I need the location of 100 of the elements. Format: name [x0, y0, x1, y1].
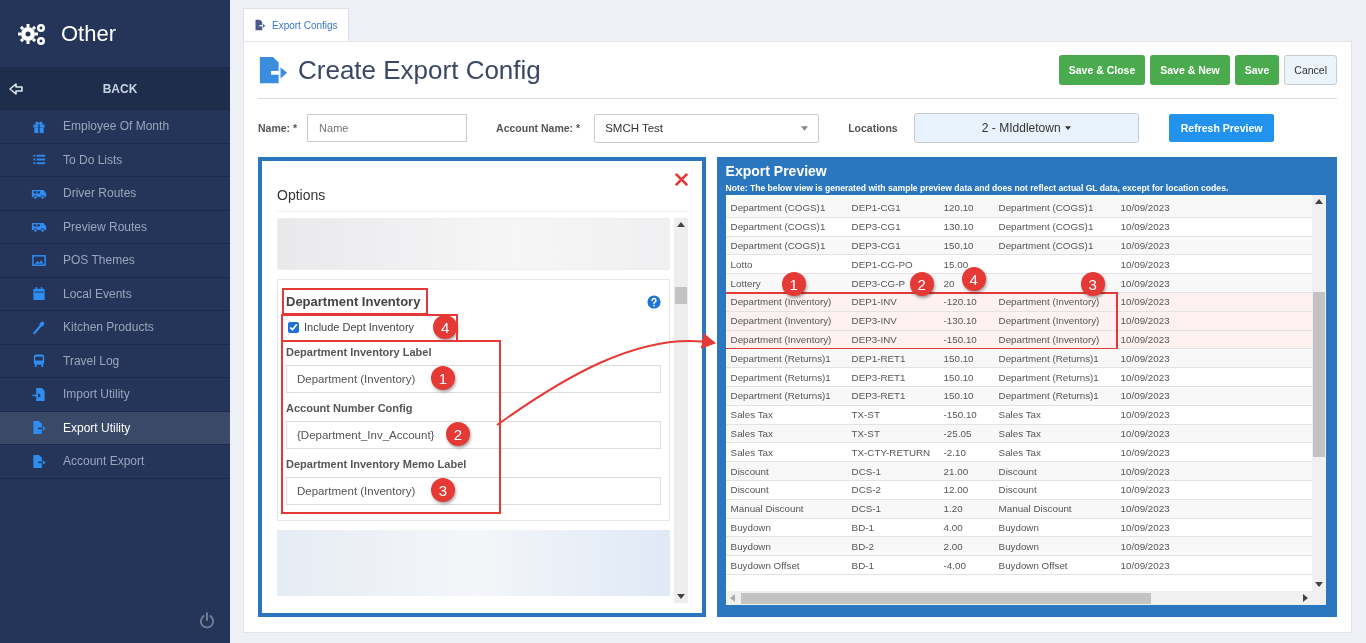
account-select[interactable]: SMCH Test: [594, 113, 820, 143]
sidebar-item[interactable]: Travel Log: [0, 344, 230, 378]
table-cell: 21.00: [943, 465, 969, 477]
scroll-right-icon[interactable]: [1303, 594, 1308, 602]
file-export-icon: [254, 19, 266, 31]
arrow-left-icon: [8, 80, 24, 97]
table-cell: Discount: [730, 465, 769, 477]
table-cell: Discount: [998, 484, 1037, 496]
sidebar-item[interactable]: POS Themes: [0, 244, 230, 278]
table-cell: DEP3-INV: [851, 333, 897, 345]
table-cell: Department (Inventory): [730, 296, 832, 308]
table-cell: Buydown Offset: [998, 559, 1068, 571]
table-cell: Buydown Offset: [730, 559, 800, 571]
sidebar-item[interactable]: Account Export: [0, 445, 230, 479]
table-cell: 130.10: [943, 221, 974, 233]
scroll-up-icon[interactable]: [676, 222, 685, 227]
sidebar-item[interactable]: Export Utility: [0, 411, 230, 445]
table-cell: DEP3-RET1: [851, 371, 906, 383]
table-cell: 10/09/2023: [1120, 371, 1170, 383]
field-label: Name: *: [258, 122, 298, 134]
table-cell: Lottery: [730, 277, 761, 289]
table-cell: -2.10: [943, 446, 966, 458]
table-cell: DCS-2: [851, 484, 881, 496]
table-cell: 10/09/2023: [1120, 484, 1170, 496]
table-cell: 4.00: [943, 521, 963, 533]
sidebar-item[interactable]: Employee Of Month: [0, 110, 230, 144]
table-cell: 20: [943, 277, 955, 289]
field-label: Account Number Config: [286, 401, 414, 416]
page-title: Create Export Config: [298, 54, 542, 86]
scroll-thumb[interactable]: [1313, 292, 1325, 457]
table-cell: 10/09/2023: [1120, 296, 1170, 308]
sidebar-item[interactable]: Local Events: [0, 277, 230, 311]
action-button[interactable]: Cancel: [1284, 55, 1337, 85]
table-cell: Sales Tax: [998, 427, 1041, 439]
table-cell: Manual Discount: [998, 503, 1072, 515]
field-label: Locations: [848, 122, 898, 134]
table-cell: -150.10: [943, 333, 977, 345]
scroll-thumb[interactable]: [674, 287, 687, 304]
field-label: Account Name: *: [496, 122, 581, 134]
sidebar-item[interactable]: To Do Lists: [0, 143, 230, 177]
table-cell: -25.05: [943, 427, 972, 439]
file-export-icon: [30, 420, 47, 436]
sidebar-item[interactable]: Kitchen Products: [0, 311, 230, 345]
sidebar-item[interactable]: Preview Routes: [0, 210, 230, 244]
table-cell: 10/09/2023: [1120, 333, 1170, 345]
table-cell: Department (Inventory): [730, 333, 832, 345]
table-cell: DEP3-RET1: [851, 390, 906, 402]
table-cell: 120.10: [943, 202, 974, 214]
table-cell: Discount: [998, 465, 1037, 477]
back-button[interactable]: BACK: [0, 68, 230, 110]
sidebar-item[interactable]: Driver Routes: [0, 177, 230, 211]
table-cell: 10/09/2023: [1120, 559, 1170, 571]
scroll-down-icon[interactable]: [676, 594, 685, 599]
table-cell: BD-1: [851, 521, 874, 533]
tab[interactable]: Export Configs: [243, 8, 349, 41]
sidebar-item[interactable]: Import Utility: [0, 378, 230, 412]
table-cell: DEP1-CG1: [851, 202, 901, 214]
scrollbar[interactable]: [1312, 195, 1326, 591]
refresh-preview-button[interactable]: Refresh Preview: [1168, 114, 1275, 142]
table-cell: 10/09/2023: [1120, 352, 1170, 364]
callout-number: 4: [433, 315, 458, 339]
calendar-icon: [30, 286, 47, 302]
table-cell: Department (Returns)1: [998, 371, 1099, 383]
action-button[interactable]: Save: [1234, 55, 1280, 85]
table-cell: Department (Inventory): [730, 315, 832, 327]
scroll-down-icon[interactable]: [1315, 582, 1323, 587]
name-field[interactable]: Name: [307, 114, 468, 142]
scroll-thumb[interactable]: [740, 592, 1151, 604]
table-cell: Department (COGS)1: [998, 240, 1094, 251]
table-cell: 15.00: [943, 258, 969, 270]
action-button[interactable]: Save & Close: [1058, 55, 1146, 85]
table-cell: Department (Inventory): [998, 296, 1100, 308]
scroll-up-icon[interactable]: [1315, 199, 1323, 204]
table-cell: Department (COGS)1: [998, 202, 1094, 214]
table-cell: Buydown: [998, 540, 1039, 552]
table-cell: DEP3-CG1: [851, 221, 901, 233]
table-cell: Department (COGS)1: [998, 221, 1094, 233]
table-cell: 10/09/2023: [1120, 315, 1170, 327]
table-cell: Department (Returns)1: [998, 352, 1099, 364]
power-icon[interactable]: [198, 611, 216, 629]
table-cell: 2.00: [943, 540, 963, 552]
help-icon[interactable]: [646, 294, 661, 309]
table-cell: DEP3-CG1: [851, 240, 901, 251]
caret-icon: [801, 125, 809, 131]
action-button[interactable]: Save & New: [1150, 55, 1230, 85]
file-import-icon: [30, 386, 47, 402]
locations-dropdown[interactable]: 2 - MIddletown: [913, 113, 1139, 143]
panel-title: Options: [277, 187, 326, 203]
checkbox[interactable]: [288, 321, 299, 333]
table-cell: DEP1-CG-PO: [851, 258, 913, 270]
table-cell: DEP3-INV: [851, 315, 897, 327]
table-cell: Sales Tax: [998, 446, 1041, 458]
close-icon[interactable]: [674, 173, 688, 186]
table-cell: Lotto: [730, 258, 753, 270]
table-cell: Buydown: [730, 521, 771, 533]
scrollbar[interactable]: [725, 591, 1326, 605]
scrollbar[interactable]: [673, 218, 688, 603]
table-cell: DCS-1: [851, 503, 881, 515]
table-cell: Sales Tax: [730, 409, 773, 421]
callout-number: 4: [961, 267, 986, 291]
